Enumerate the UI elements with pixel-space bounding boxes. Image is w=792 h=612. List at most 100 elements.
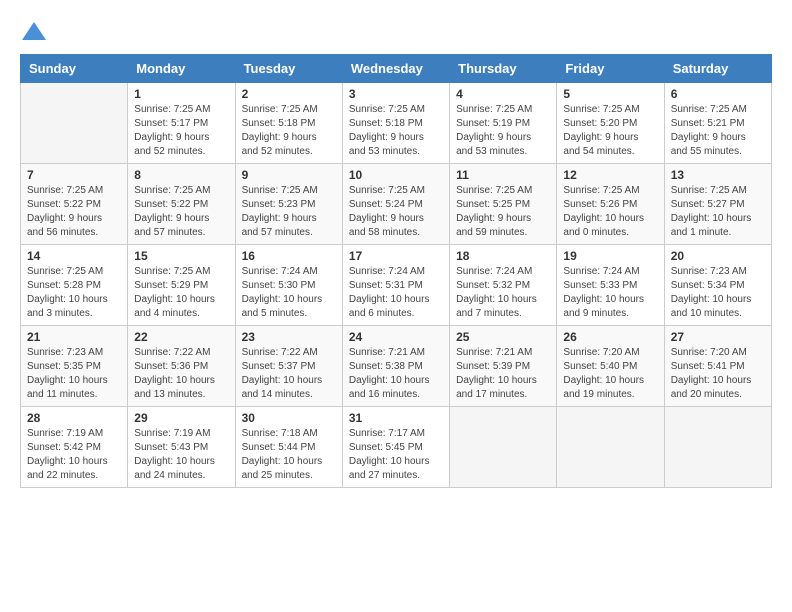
day-number: 17 [349,249,443,263]
calendar-cell: 14 Sunrise: 7:25 AMSunset: 5:28 PMDayligh… [21,245,128,326]
day-number: 4 [456,87,550,101]
day-info: Sunrise: 7:20 AMSunset: 5:41 PMDaylight:… [671,346,765,402]
calendar-cell: 4 Sunrise: 7:25 AMSunset: 5:19 PMDaylight… [450,83,557,164]
day-number: 19 [563,249,657,263]
calendar-cell: 19 Sunrise: 7:24 AMSunset: 5:33 PMDayligh… [557,245,664,326]
day-info: Sunrise: 7:25 AMSunset: 5:18 PMDaylight:… [242,103,336,159]
calendar-cell: 8 Sunrise: 7:25 AMSunset: 5:22 PMDaylight… [128,164,235,245]
day-number: 29 [134,411,228,425]
calendar-cell: 6 Sunrise: 7:25 AMSunset: 5:21 PMDaylight… [664,83,771,164]
day-info: Sunrise: 7:23 AMSunset: 5:34 PMDaylight:… [671,265,765,321]
day-number: 11 [456,168,550,182]
calendar-cell: 10 Sunrise: 7:25 AMSunset: 5:24 PMDayligh… [342,164,449,245]
day-info: Sunrise: 7:23 AMSunset: 5:35 PMDaylight:… [27,346,121,402]
calendar-cell: 21Sunrise: 7:23 AMSunset: 5:35 PMDayligh… [21,326,128,407]
calendar-week-row: 21Sunrise: 7:23 AMSunset: 5:35 PMDayligh… [21,326,772,407]
calendar-cell: 27Sunrise: 7:20 AMSunset: 5:41 PMDayligh… [664,326,771,407]
day-number: 24 [349,330,443,344]
day-number: 23 [242,330,336,344]
day-number: 12 [563,168,657,182]
day-number: 7 [27,168,121,182]
weekday-header-sunday: Sunday [21,55,128,83]
page-header [20,20,772,44]
calendar-week-row: 1 Sunrise: 7:25 AMSunset: 5:17 PMDaylight… [21,83,772,164]
day-info: Sunrise: 7:24 AMSunset: 5:33 PMDaylight:… [563,265,657,321]
day-info: Sunrise: 7:24 AMSunset: 5:31 PMDaylight:… [349,265,443,321]
day-number: 8 [134,168,228,182]
calendar-cell: 28Sunrise: 7:19 AMSunset: 5:42 PMDayligh… [21,407,128,488]
calendar-week-row: 14 Sunrise: 7:25 AMSunset: 5:28 PMDayligh… [21,245,772,326]
day-info: Sunrise: 7:25 AMSunset: 5:17 PMDaylight:… [134,103,228,159]
day-info: Sunrise: 7:25 AMSunset: 5:29 PMDaylight:… [134,265,228,321]
weekday-header-tuesday: Tuesday [235,55,342,83]
day-number: 10 [349,168,443,182]
day-info: Sunrise: 7:25 AMSunset: 5:28 PMDaylight:… [27,265,121,321]
calendar-cell: 20 Sunrise: 7:23 AMSunset: 5:34 PMDayligh… [664,245,771,326]
calendar-cell: 11Sunrise: 7:25 AMSunset: 5:25 PMDayligh… [450,164,557,245]
day-number: 6 [671,87,765,101]
calendar-cell: 2 Sunrise: 7:25 AMSunset: 5:18 PMDaylight… [235,83,342,164]
calendar-cell: 26Sunrise: 7:20 AMSunset: 5:40 PMDayligh… [557,326,664,407]
day-info: Sunrise: 7:24 AMSunset: 5:32 PMDaylight:… [456,265,550,321]
day-info: Sunrise: 7:18 AMSunset: 5:44 PMDaylight:… [242,427,336,483]
day-info: Sunrise: 7:21 AMSunset: 5:39 PMDaylight:… [456,346,550,402]
weekday-header-monday: Monday [128,55,235,83]
logo [20,20,52,44]
calendar-cell [557,407,664,488]
day-info: Sunrise: 7:25 AMSunset: 5:20 PMDaylight:… [563,103,657,159]
day-info: Sunrise: 7:22 AMSunset: 5:37 PMDaylight:… [242,346,336,402]
day-number: 31 [349,411,443,425]
day-info: Sunrise: 7:25 AMSunset: 5:22 PMDaylight:… [134,184,228,240]
day-info: Sunrise: 7:24 AMSunset: 5:30 PMDaylight:… [242,265,336,321]
day-info: Sunrise: 7:25 AMSunset: 5:21 PMDaylight:… [671,103,765,159]
calendar-header-row: SundayMondayTuesdayWednesdayThursdayFrid… [21,55,772,83]
day-info: Sunrise: 7:25 AMSunset: 5:27 PMDaylight:… [671,184,765,240]
day-number: 20 [671,249,765,263]
day-number: 3 [349,87,443,101]
calendar-cell: 12 Sunrise: 7:25 AMSunset: 5:26 PMDayligh… [557,164,664,245]
calendar-cell: 13 Sunrise: 7:25 AMSunset: 5:27 PMDayligh… [664,164,771,245]
day-number: 22 [134,330,228,344]
day-number: 13 [671,168,765,182]
day-info: Sunrise: 7:22 AMSunset: 5:36 PMDaylight:… [134,346,228,402]
day-number: 25 [456,330,550,344]
day-info: Sunrise: 7:25 AMSunset: 5:26 PMDaylight:… [563,184,657,240]
calendar-cell: 18 Sunrise: 7:24 AMSunset: 5:32 PMDayligh… [450,245,557,326]
day-number: 14 [27,249,121,263]
calendar-cell: 5Sunrise: 7:25 AMSunset: 5:20 PMDaylight… [557,83,664,164]
calendar-week-row: 7 Sunrise: 7:25 AMSunset: 5:22 PMDaylight… [21,164,772,245]
calendar-cell [664,407,771,488]
weekday-header-saturday: Saturday [664,55,771,83]
day-info: Sunrise: 7:25 AMSunset: 5:19 PMDaylight:… [456,103,550,159]
day-number: 30 [242,411,336,425]
weekday-header-wednesday: Wednesday [342,55,449,83]
calendar-week-row: 28Sunrise: 7:19 AMSunset: 5:42 PMDayligh… [21,407,772,488]
calendar-cell: 30 Sunrise: 7:18 AMSunset: 5:44 PMDayligh… [235,407,342,488]
day-info: Sunrise: 7:25 AMSunset: 5:23 PMDaylight:… [242,184,336,240]
calendar-cell: 15Sunrise: 7:25 AMSunset: 5:29 PMDayligh… [128,245,235,326]
calendar-cell [450,407,557,488]
day-info: Sunrise: 7:25 AMSunset: 5:24 PMDaylight:… [349,184,443,240]
calendar-cell: 7Sunrise: 7:25 AMSunset: 5:22 PMDaylight… [21,164,128,245]
day-number: 18 [456,249,550,263]
calendar-table: SundayMondayTuesdayWednesdayThursdayFrid… [20,54,772,488]
day-info: Sunrise: 7:19 AMSunset: 5:42 PMDaylight:… [27,427,121,483]
day-number: 2 [242,87,336,101]
calendar-cell: 16Sunrise: 7:24 AMSunset: 5:30 PMDayligh… [235,245,342,326]
day-number: 9 [242,168,336,182]
logo-icon [20,20,48,44]
calendar-cell: 17 Sunrise: 7:24 AMSunset: 5:31 PMDayligh… [342,245,449,326]
weekday-header-friday: Friday [557,55,664,83]
calendar-cell: 1 Sunrise: 7:25 AMSunset: 5:17 PMDaylight… [128,83,235,164]
day-info: Sunrise: 7:19 AMSunset: 5:43 PMDaylight:… [134,427,228,483]
calendar-cell: 31 Sunrise: 7:17 AMSunset: 5:45 PMDayligh… [342,407,449,488]
calendar-cell [21,83,128,164]
day-number: 1 [134,87,228,101]
calendar-cell: 3 Sunrise: 7:25 AMSunset: 5:18 PMDaylight… [342,83,449,164]
calendar-cell: 22 Sunrise: 7:22 AMSunset: 5:36 PMDayligh… [128,326,235,407]
day-info: Sunrise: 7:20 AMSunset: 5:40 PMDaylight:… [563,346,657,402]
weekday-header-thursday: Thursday [450,55,557,83]
calendar-cell: 9 Sunrise: 7:25 AMSunset: 5:23 PMDaylight… [235,164,342,245]
day-info: Sunrise: 7:17 AMSunset: 5:45 PMDaylight:… [349,427,443,483]
day-info: Sunrise: 7:25 AMSunset: 5:18 PMDaylight:… [349,103,443,159]
